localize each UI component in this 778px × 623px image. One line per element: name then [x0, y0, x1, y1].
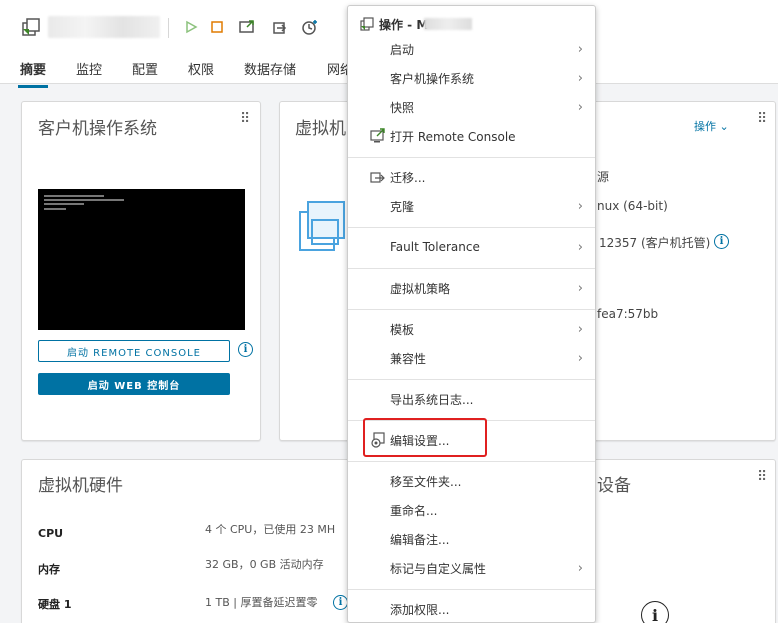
menu-item-open-remote-console[interactable]: 打开 Remote Console: [348, 123, 595, 149]
hw-label-disk[interactable]: 硬盘 1: [38, 596, 71, 612]
launch-web-console-button[interactable]: 启动 WEB 控制台: [38, 373, 230, 395]
menu-header: 操作 - M: [379, 18, 429, 32]
info-icon[interactable]: i: [641, 601, 669, 623]
vm-detail-text: 源: [597, 170, 610, 184]
launch-remote-console-button[interactable]: 启动 REMOTE CONSOLE: [38, 340, 230, 362]
menu-item-rename[interactable]: 重命名...: [348, 497, 595, 523]
vm-detail-os: nux (64-bit): [597, 199, 668, 213]
drag-handle-icon[interactable]: ⠿: [757, 111, 767, 127]
menu-item-add-permission[interactable]: 添加权限...: [348, 596, 595, 622]
hw-value-cpu: 4 个 CPU，已使用 23 MH: [205, 523, 336, 536]
devices-title: 设备: [597, 476, 631, 496]
vm-icon: [360, 17, 374, 34]
hw-label-memory[interactable]: 内存: [38, 561, 60, 577]
migrate-icon[interactable]: [269, 16, 291, 38]
menu-item-clone[interactable]: 克隆 ›: [348, 193, 595, 219]
power-on-icon[interactable]: [180, 16, 202, 38]
snapshot-icon[interactable]: [299, 16, 321, 38]
guest-os-title: 客户机操作系统: [38, 119, 157, 139]
tab-configure[interactable]: 配置: [132, 59, 158, 78]
launch-console-icon[interactable]: [236, 16, 258, 38]
menu-item-compatibility[interactable]: 兼容性 ›: [348, 345, 595, 371]
menu-item-guest-os[interactable]: 客户机操作系统 ›: [348, 65, 595, 91]
vm-details-title: 虚拟机: [295, 119, 346, 139]
actions-dropdown[interactable]: 操作 ⌄: [694, 118, 729, 134]
vm-name-redacted: [48, 16, 160, 38]
menu-item-tags-attributes[interactable]: 标记与自定义属性 ›: [348, 555, 595, 581]
vm-detail-ip: fea7:57bb: [597, 307, 659, 321]
menu-item-snapshots[interactable]: 快照 ›: [348, 94, 595, 120]
power-off-icon[interactable]: [206, 16, 228, 38]
info-icon[interactable]: i: [714, 234, 729, 249]
drag-handle-icon[interactable]: ⠿: [240, 111, 250, 127]
vm-detail-tools: 12357 (客户机托管): [599, 236, 711, 250]
vm-large-icon: [298, 198, 350, 257]
menu-item-vm-policies[interactable]: 虚拟机策略 ›: [348, 275, 595, 301]
tab-permissions[interactable]: 权限: [188, 59, 214, 78]
toolbar-divider: [168, 18, 169, 38]
vm-name-redacted: [424, 18, 472, 30]
tab-summary[interactable]: 摘要: [17, 59, 49, 88]
console-screenshot[interactable]: [38, 189, 245, 330]
highlight-box: [363, 418, 487, 457]
menu-item-fault-tolerance[interactable]: Fault Tolerance ›: [348, 234, 595, 260]
menu-item-move-to-folder[interactable]: 移至文件夹...: [348, 468, 595, 494]
migrate-icon: [370, 169, 386, 185]
hw-label-cpu[interactable]: CPU: [38, 527, 63, 540]
hw-value-memory: 32 GB，0 GB 活动内存: [205, 558, 324, 571]
hw-value-disk: 1 TB | 厚置备延迟置零: [205, 596, 318, 609]
menu-item-migrate[interactable]: 迁移...: [348, 164, 595, 190]
tab-datastores[interactable]: 数据存储: [244, 59, 296, 78]
info-icon[interactable]: i: [333, 595, 348, 610]
drag-handle-icon[interactable]: ⠿: [757, 469, 767, 485]
menu-item-edit-notes[interactable]: 编辑备注...: [348, 526, 595, 552]
menu-item-template[interactable]: 模板 ›: [348, 316, 595, 342]
vm-icon: [20, 16, 42, 38]
vm-hardware-title: 虚拟机硬件: [38, 476, 123, 496]
actions-context-menu: 操作 - M 启动 › 客户机操作系统 › 快照 › 打开 Remote Consol…: [347, 5, 596, 623]
menu-item-export-logs[interactable]: 导出系统日志...: [348, 386, 595, 412]
remote-console-icon: [370, 128, 386, 144]
tab-monitor[interactable]: 监控: [76, 59, 102, 78]
info-icon[interactable]: i: [238, 342, 253, 357]
menu-item-power[interactable]: 启动 ›: [348, 36, 595, 62]
